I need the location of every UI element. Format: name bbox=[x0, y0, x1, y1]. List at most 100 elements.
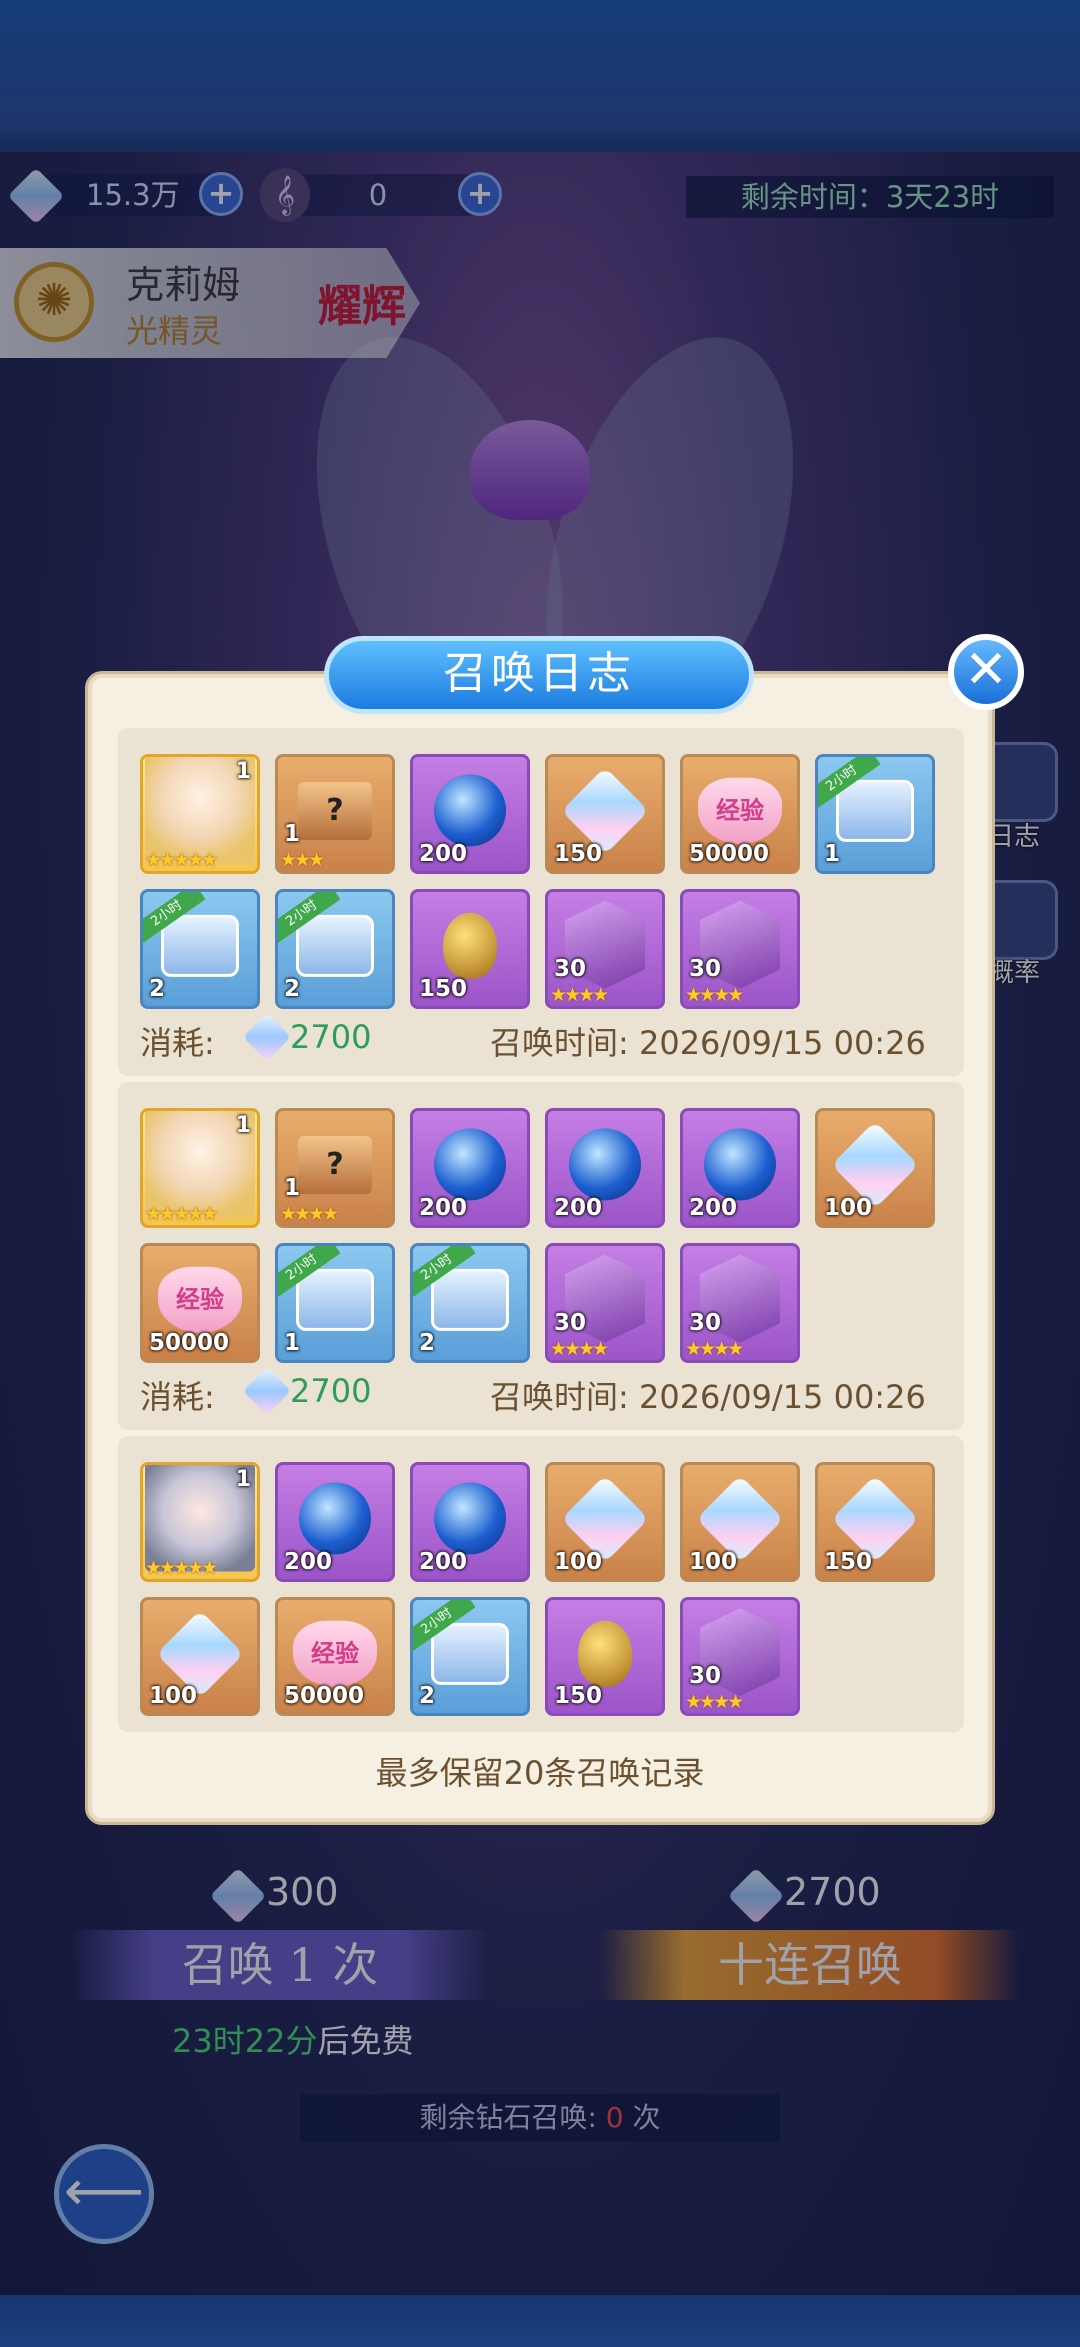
reward-item[interactable]: 2小时 1 bbox=[815, 754, 935, 874]
reward-item[interactable]: 2小时 2 bbox=[275, 889, 395, 1009]
reward-item[interactable]: 200 bbox=[275, 1462, 395, 1582]
item-quantity: 30 bbox=[554, 956, 587, 982]
reward-item[interactable]: 30 ★★★★ bbox=[545, 1243, 665, 1363]
time-value: 2026/09/15 00:26 bbox=[638, 1024, 926, 1062]
item-quantity: 100 bbox=[689, 1549, 738, 1575]
item-quantity: 1 bbox=[235, 1113, 251, 1138]
reward-item[interactable]: 30 ★★★★ bbox=[680, 1243, 800, 1363]
star-rating: ★★★★★ bbox=[145, 849, 218, 871]
item-quantity: 150 bbox=[824, 1549, 873, 1575]
summon-time: 召唤时间: 2026/09/15 00:26 bbox=[490, 1372, 926, 1418]
star-rating: ★★★★ bbox=[550, 984, 609, 1006]
item-quantity: 150 bbox=[554, 1683, 603, 1709]
item-quantity: 30 bbox=[689, 1310, 722, 1336]
reward-item[interactable]: 200 bbox=[410, 1462, 530, 1582]
treasure-chest-icon bbox=[296, 914, 374, 977]
item-quantity: 50000 bbox=[689, 841, 770, 867]
reward-item[interactable]: 150 bbox=[545, 1597, 665, 1716]
item-quantity: 150 bbox=[554, 841, 603, 867]
item-quantity: 30 bbox=[689, 956, 722, 982]
cost-label: 消耗: bbox=[140, 1024, 215, 1062]
reward-item[interactable]: 2小时 2 bbox=[140, 889, 260, 1009]
reward-item[interactable]: 1 ★★★★★ bbox=[140, 1108, 260, 1228]
crystal-orb-icon bbox=[434, 1482, 506, 1555]
summon-time: 召唤时间: 2026/09/15 00:26 bbox=[490, 1018, 926, 1064]
reward-item[interactable]: 100 bbox=[545, 1462, 665, 1582]
cost-amount: 2700 bbox=[290, 1372, 372, 1410]
reward-item[interactable]: 1 ★★★★★ bbox=[140, 1462, 260, 1582]
star-rating: ★★★★★ bbox=[145, 1203, 218, 1225]
star-rating: ★★★★★ bbox=[145, 1557, 218, 1579]
time-value: 2026/09/15 00:26 bbox=[638, 1378, 926, 1416]
star-rating: ★★★★ bbox=[550, 1338, 609, 1360]
reward-item[interactable]: 200 bbox=[545, 1108, 665, 1228]
star-rating: ★★★★ bbox=[685, 984, 744, 1006]
reward-item[interactable]: 30 ★★★★ bbox=[680, 889, 800, 1009]
item-quantity: 1 bbox=[284, 1330, 301, 1356]
reward-item[interactable]: 200 bbox=[410, 1108, 530, 1228]
item-quantity: 100 bbox=[554, 1549, 603, 1575]
golden-egg-icon bbox=[578, 1620, 632, 1687]
reward-item[interactable]: 2小时 2 bbox=[410, 1597, 530, 1716]
crystal-orb-icon bbox=[434, 774, 506, 847]
item-quantity: 150 bbox=[419, 976, 468, 1002]
reward-item[interactable]: 100 bbox=[680, 1462, 800, 1582]
crystal-orb-icon bbox=[569, 1128, 641, 1201]
time-label: 召唤时间: bbox=[490, 1378, 629, 1416]
treasure-chest-icon bbox=[431, 1622, 509, 1685]
exp-heart-icon: 经验 bbox=[158, 1266, 242, 1333]
item-quantity: 2 bbox=[284, 976, 301, 1002]
reward-item[interactable]: 30 ★★★★ bbox=[680, 1597, 800, 1716]
treasure-chest-icon bbox=[296, 1268, 374, 1331]
item-quantity: 200 bbox=[419, 1195, 468, 1221]
reward-item[interactable]: 100 bbox=[140, 1597, 260, 1716]
crystal-orb-icon bbox=[299, 1482, 371, 1555]
reward-item[interactable]: 2小时 2 bbox=[410, 1243, 530, 1363]
item-quantity: 1 bbox=[235, 759, 251, 784]
reward-item[interactable]: 100 bbox=[815, 1108, 935, 1228]
item-quantity: 30 bbox=[689, 1663, 722, 1689]
reward-item[interactable]: 150 bbox=[545, 754, 665, 874]
cost-amount: 2700 bbox=[290, 1018, 372, 1056]
star-rating: ★★★★ bbox=[280, 1203, 339, 1225]
item-quantity: 200 bbox=[419, 1549, 468, 1575]
treasure-chest-icon bbox=[431, 1268, 509, 1331]
reward-item[interactable]: 经验 50000 bbox=[140, 1243, 260, 1363]
mystery-box-icon: ? bbox=[298, 782, 372, 841]
reward-item[interactable]: ? 1 ★★★ bbox=[275, 754, 395, 874]
mystery-box-icon: ? bbox=[298, 1136, 372, 1195]
reward-item[interactable]: 经验 50000 bbox=[275, 1597, 395, 1716]
record-limit-note: 最多保留20条召唤记录 bbox=[375, 1754, 705, 1792]
item-quantity: 1 bbox=[824, 841, 841, 867]
item-quantity: 1 bbox=[284, 1175, 301, 1201]
reward-item[interactable]: 1 ★★★★★ bbox=[140, 754, 260, 874]
reward-item[interactable]: 2小时 1 bbox=[275, 1243, 395, 1363]
cost-label: 消耗: bbox=[140, 1378, 215, 1416]
item-quantity: 200 bbox=[554, 1195, 603, 1221]
reward-item[interactable]: 200 bbox=[680, 1108, 800, 1228]
item-quantity: 2 bbox=[149, 976, 166, 1002]
item-quantity: 200 bbox=[284, 1549, 333, 1575]
cost-value: 2700 bbox=[290, 1372, 371, 1410]
cost-value: 2700 bbox=[290, 1018, 371, 1056]
item-quantity: 50000 bbox=[149, 1330, 230, 1356]
item-quantity: 30 bbox=[554, 1310, 587, 1336]
star-rating: ★★★★ bbox=[685, 1691, 744, 1713]
reward-item[interactable]: ? 1 ★★★★ bbox=[275, 1108, 395, 1228]
treasure-chest-icon bbox=[161, 914, 239, 977]
reward-item[interactable]: 150 bbox=[410, 889, 530, 1009]
item-quantity: 50000 bbox=[284, 1683, 365, 1709]
reward-item[interactable]: 30 ★★★★ bbox=[545, 889, 665, 1009]
item-quantity: 1 bbox=[235, 1467, 251, 1492]
record-list[interactable]: 1 ★★★★★? 1 ★★★ 200 150 经验 50000 2小时 1 2小时 2 2小时 2 150 3… bbox=[0, 0, 1080, 1720]
reward-item[interactable]: 经验 50000 bbox=[680, 754, 800, 874]
exp-heart-icon: 经验 bbox=[293, 1620, 377, 1687]
item-quantity: 100 bbox=[824, 1195, 873, 1221]
item-quantity: 1 bbox=[284, 821, 301, 847]
reward-item[interactable]: 150 bbox=[815, 1462, 935, 1582]
item-quantity: 200 bbox=[419, 841, 468, 867]
golden-egg-icon bbox=[443, 912, 497, 979]
star-rating: ★★★★ bbox=[685, 1338, 744, 1360]
reward-item[interactable]: 200 bbox=[410, 754, 530, 874]
item-quantity: 2 bbox=[419, 1330, 436, 1356]
